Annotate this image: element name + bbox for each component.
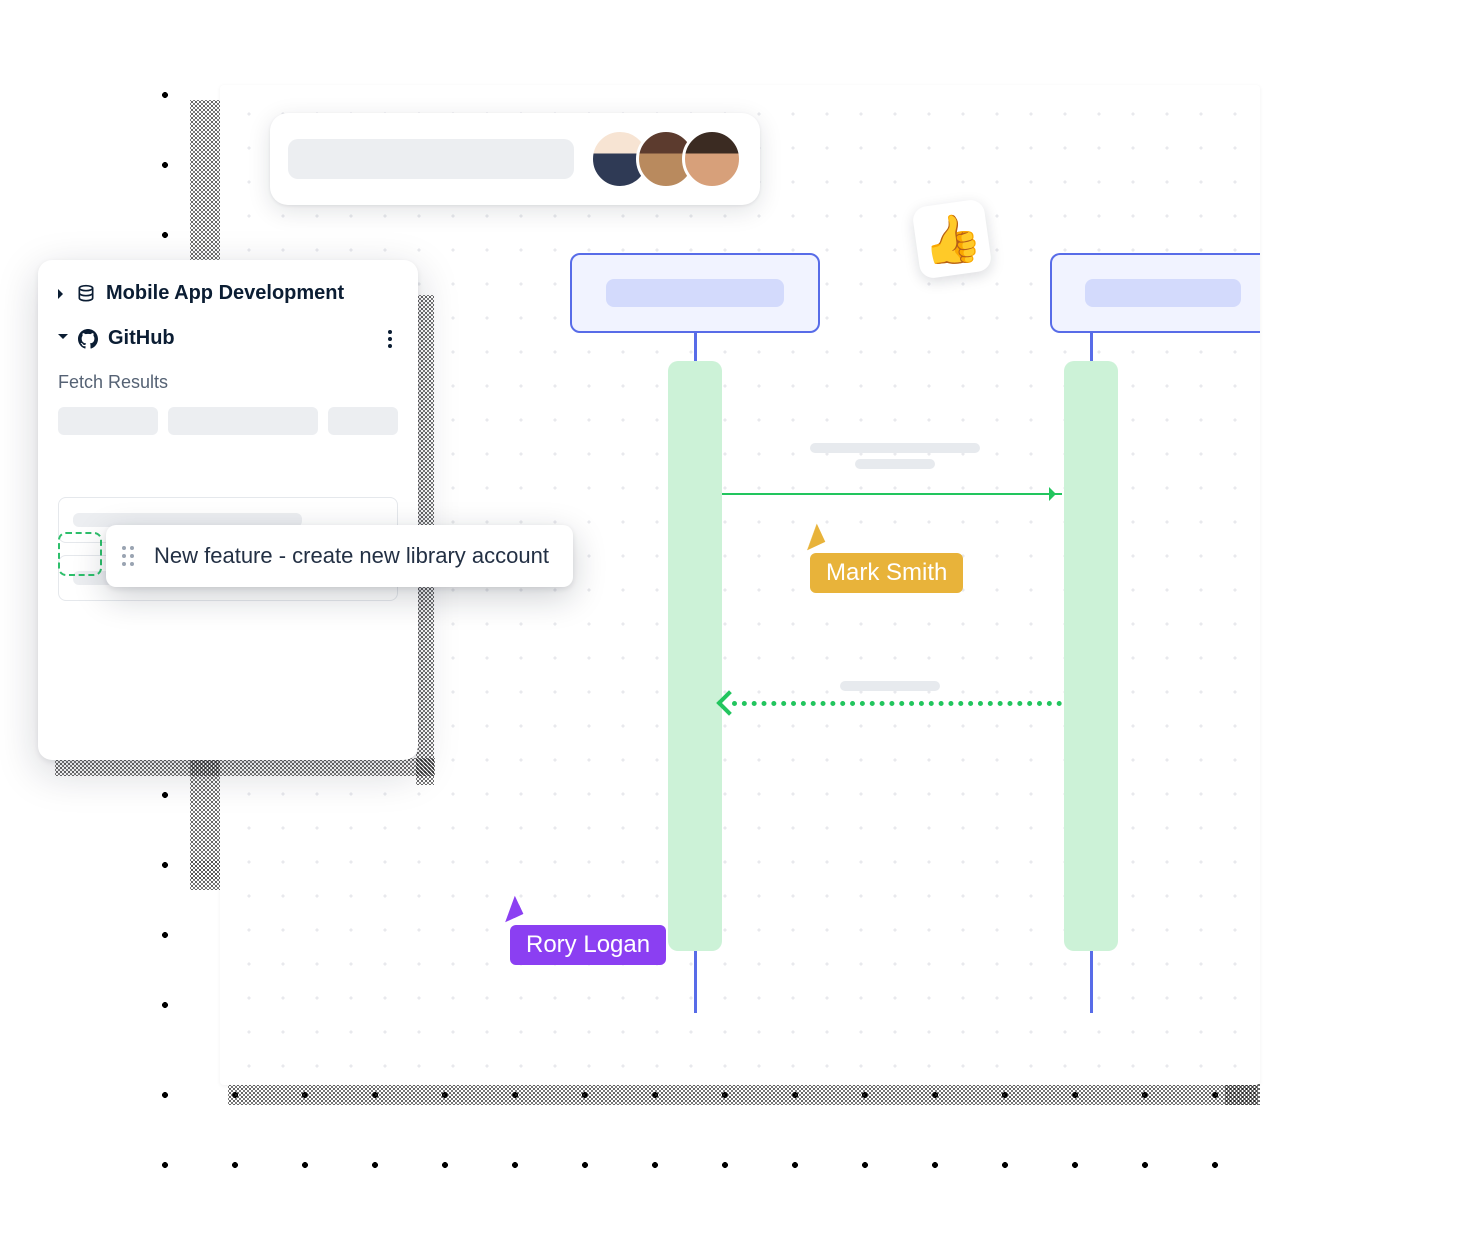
thumbs-up-icon: 👍 xyxy=(918,207,985,272)
placeholder-bar xyxy=(840,681,940,691)
sequence-return-arrow[interactable] xyxy=(732,701,1062,706)
chevron-down-icon xyxy=(58,327,68,350)
collaborator-avatars[interactable] xyxy=(590,129,742,189)
drag-handle-icon[interactable] xyxy=(122,546,140,566)
data-sources-panel: Mobile App Development GitHub Fetch Resu… xyxy=(38,260,418,760)
collaborator-cursor-label: Mark Smith xyxy=(826,559,947,586)
sequence-activation-bar[interactable] xyxy=(1064,361,1118,951)
sequence-message-label[interactable] xyxy=(840,681,940,691)
sequence-message-label[interactable] xyxy=(810,443,980,469)
chevron-right-icon xyxy=(58,282,66,305)
integration-tree-item-label: GitHub xyxy=(108,327,175,350)
filter-chip-placeholder[interactable] xyxy=(168,407,318,435)
decor-noise-shadow xyxy=(55,758,435,776)
canvas-toolbar xyxy=(270,113,760,205)
drop-target-slot[interactable] xyxy=(58,532,102,576)
avatar[interactable] xyxy=(682,129,742,189)
database-icon xyxy=(76,284,96,304)
filter-chip-placeholder[interactable] xyxy=(58,407,158,435)
section-label: Fetch Results xyxy=(58,372,398,393)
sequence-lifeline-header[interactable] xyxy=(570,253,820,333)
dragging-card-title: New feature - create new library account xyxy=(154,543,549,569)
integration-tree-item[interactable]: GitHub xyxy=(58,327,398,350)
placeholder-bar xyxy=(855,459,935,469)
collaborator-cursor: Mark Smith xyxy=(810,553,963,593)
thumbs-up-sticker[interactable]: 👍 xyxy=(911,198,992,279)
collaborator-cursor-label: Rory Logan xyxy=(526,931,650,958)
sequence-activation-bar[interactable] xyxy=(668,361,722,951)
lifeline-label-placeholder xyxy=(1085,279,1241,307)
placeholder-bar xyxy=(810,443,980,453)
toolbar-title-placeholder xyxy=(288,139,574,179)
more-options-button[interactable] xyxy=(382,330,398,348)
project-tree-item-label: Mobile App Development xyxy=(106,282,344,305)
lifeline-label-placeholder xyxy=(606,279,783,307)
github-icon xyxy=(78,329,98,349)
sequence-lifeline-header[interactable] xyxy=(1050,253,1260,333)
sequence-message-arrow[interactable] xyxy=(722,493,1062,495)
filter-chips-row xyxy=(58,407,398,435)
dragging-card[interactable]: New feature - create new library account xyxy=(106,525,573,587)
collaborator-cursor: Rory Logan xyxy=(510,925,666,965)
project-tree-item[interactable]: Mobile App Development xyxy=(58,282,398,305)
filter-chip-placeholder[interactable] xyxy=(328,407,398,435)
